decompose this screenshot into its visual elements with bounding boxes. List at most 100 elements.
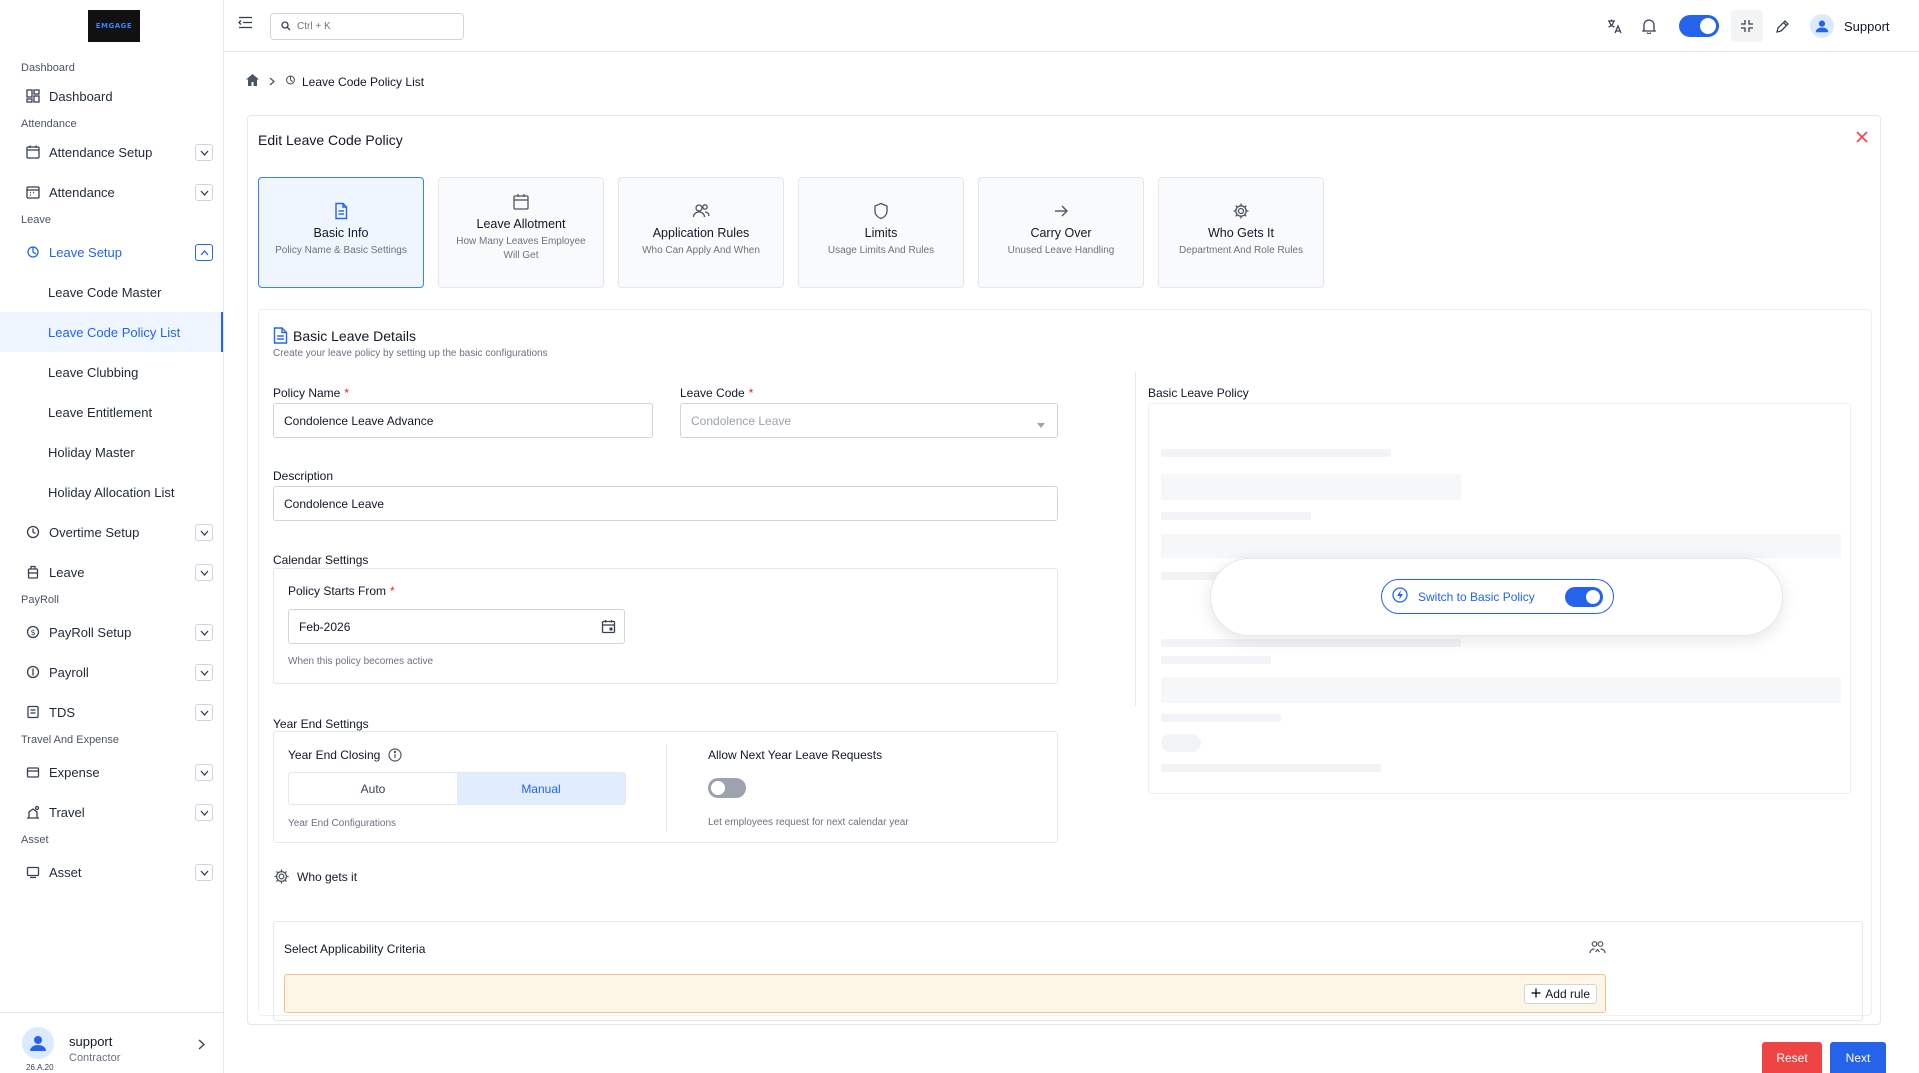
fullscreen-exit-icon[interactable] [1731,10,1763,42]
leave-code-select[interactable]: Condolence Leave [680,403,1058,438]
step-leave-allotment[interactable]: Leave Allotment How Many Leaves Employee… [438,177,604,288]
year-end-option-auto[interactable]: Auto [289,773,457,804]
chevron-down-icon[interactable] [195,184,213,201]
svg-text:$: $ [31,628,36,637]
policy-name-input[interactable]: Condolence Leave Advance [273,403,653,438]
info-icon[interactable] [388,748,402,762]
preview-placeholder [1161,677,1841,703]
chevron-right-icon [269,75,275,89]
sidebar-subitem-leave-entitlement[interactable]: Leave Entitlement [0,392,223,432]
topbar: Support [224,0,1919,52]
column-divider [1135,372,1136,706]
step-carry-over[interactable]: Carry Over Unused Leave Handling [978,177,1144,288]
reset-button[interactable]: Reset [1762,1042,1822,1073]
policy-starts-value: Feb-2026 [299,619,351,634]
year-end-option-manual[interactable]: Manual [457,773,625,804]
allow-next-year-switch[interactable] [708,778,746,798]
chevron-up-icon[interactable] [195,244,213,261]
sidebar-item-dashboard[interactable]: Dashboard [0,76,223,116]
chevron-down-icon[interactable] [195,144,213,161]
sidebar-item-payroll[interactable]: Payroll [0,652,223,692]
lightning-icon [1392,587,1408,606]
sidebar-subitem-leave-clubbing[interactable]: Leave Clubbing [0,352,223,392]
app-version: 26.A.20 [26,1063,54,1072]
year-end-settings-title: Year End Settings [273,717,369,731]
travel-icon [25,804,41,820]
chevron-down-icon[interactable] [195,624,213,641]
policy-starts-hint: When this policy becomes active [288,656,434,667]
policy-starts-input[interactable]: Feb-2026 [288,609,625,644]
sidebar-subitem-holiday-master[interactable]: Holiday Master [0,432,223,472]
users-group-icon[interactable] [1589,940,1606,957]
company-logo[interactable]: EMGAGE [88,10,140,42]
chevron-down-icon[interactable] [195,864,213,881]
sidebar-subitem-leave-code-master[interactable]: Leave Code Master [0,272,223,312]
next-button[interactable]: Next [1830,1042,1886,1073]
sidebar-item-tds[interactable]: TDS [0,692,223,732]
search-box[interactable] [270,13,464,40]
sidebar-item-attendance[interactable]: Attendance [0,172,223,212]
sidebar-item-label: Payroll [49,664,89,680]
logo-text: EMGAGE [95,22,133,30]
sidebar-item-attendance-setup[interactable]: Attendance Setup [0,132,223,172]
sidebar-item-asset[interactable]: Asset [0,852,223,892]
chevron-down-icon[interactable] [195,524,213,541]
chevron-down-icon[interactable] [195,564,213,581]
step-who-gets-it[interactable]: Who Gets It Department And Role Rules [1158,177,1324,288]
section-payroll: PayRoll [21,594,59,606]
bell-icon[interactable] [1639,16,1659,36]
edit-policy-panel: Edit Leave Code Policy Basic Info Policy… [247,115,1881,1025]
step-application-rules[interactable]: Application Rules Who Can Apply And When [618,177,784,288]
section-leave: Leave [21,214,51,226]
sidebar-item-label: Asset [49,864,82,880]
sidebar-item-leave[interactable]: Leave [0,552,223,592]
topbar-user-name[interactable]: Support [1844,19,1890,34]
user-avatar-icon[interactable] [1810,14,1834,38]
sidebar-item-expense[interactable]: Expense [0,752,223,792]
sidebar-item-label: Dashboard [49,88,113,104]
sidebar-item-label: Leave [49,564,85,580]
rule-builder-area[interactable]: Add rule [284,974,1606,1013]
add-rule-button[interactable]: Add rule [1524,984,1597,1004]
preview-placeholder [1161,714,1281,722]
switch-label: Switch to Basic Policy [1418,589,1535,604]
step-subtitle: Unused Leave Handling [1007,245,1115,256]
sidebar-item-overtime-setup[interactable]: Overtime Setup [0,512,223,552]
grid-icon [25,88,41,104]
policy-starts-label: Policy Starts From * [288,584,395,598]
sidebar-user-card[interactable]: support Contractor 26.A.20 [0,1012,223,1073]
sidebar-nav: Dashboard Dashboard Attendance Attendanc… [0,60,223,892]
search-input[interactable] [297,21,447,32]
pen-icon[interactable] [1772,16,1792,36]
sidebar-item-payroll-setup[interactable]: $ PayRoll Setup [0,612,223,652]
description-input[interactable]: Condolence Leave [273,486,1058,521]
clock-icon [25,524,41,540]
user-name: support [69,1034,113,1049]
step-limits[interactable]: Limits Usage Limits And Rules [798,177,964,288]
sidebar-item-leave-setup[interactable]: Leave Setup [0,232,223,272]
chevron-down-icon[interactable] [195,704,213,721]
preview-placeholder [1161,449,1391,457]
calendar-icon [25,184,41,200]
chevron-down-icon[interactable] [195,804,213,821]
policy-name-label: Policy Name * [273,386,350,400]
menu-toggle-icon[interactable] [238,16,253,32]
sidebar-subitem-leave-code-policy-list[interactable]: Leave Code Policy List [0,312,223,352]
calendar-icon[interactable] [601,619,616,637]
money-settings-icon: $ [25,624,41,640]
sidebar-item-travel[interactable]: Travel [0,792,223,832]
switch-to-basic-policy-button[interactable]: Switch to Basic Policy [1381,579,1614,614]
switch-toggle[interactable] [1565,587,1603,607]
chevron-down-icon[interactable] [195,664,213,681]
translate-icon[interactable] [1604,16,1624,36]
step-subtitle: Usage Limits And Rules [827,245,935,256]
theme-toggle[interactable] [1679,15,1719,37]
step-basic-info[interactable]: Basic Info Policy Name & Basic Settings [258,177,424,288]
chevron-right-icon[interactable] [198,1038,206,1053]
basic-leave-policy-title: Basic Leave Policy [1148,386,1249,400]
home-icon[interactable] [246,74,259,89]
close-icon[interactable] [1856,131,1868,146]
chevron-down-icon[interactable] [195,764,213,781]
sidebar-subitem-holiday-allocation-list[interactable]: Holiday Allocation List [0,472,223,512]
allow-next-year-label: Allow Next Year Leave Requests [708,748,883,762]
